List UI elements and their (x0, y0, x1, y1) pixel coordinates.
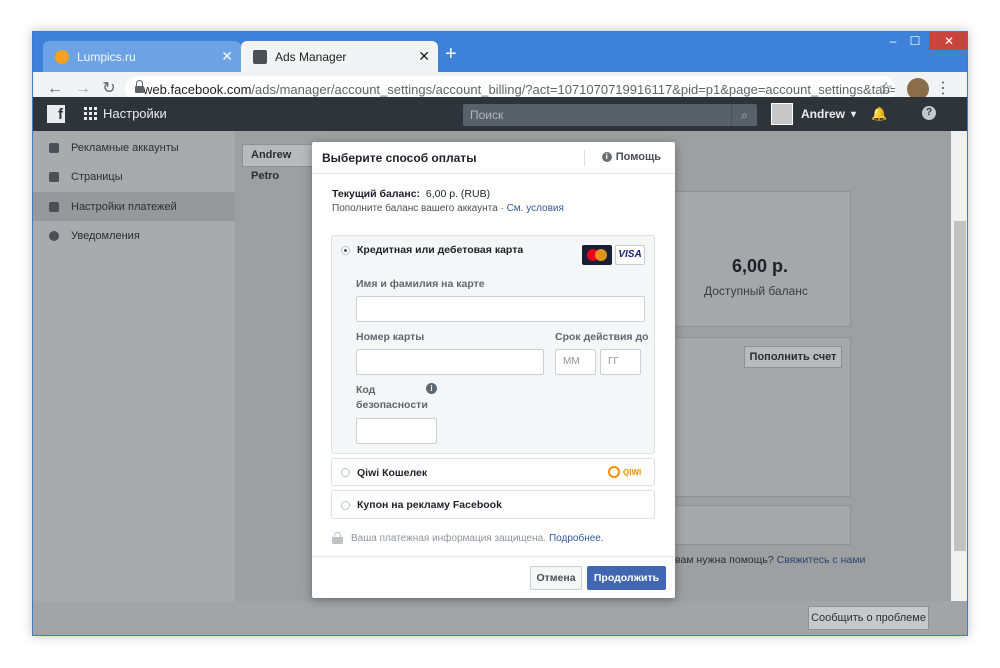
tab-label: Ads Manager (275, 49, 347, 64)
card-radio[interactable] (341, 246, 350, 255)
sidebar-item-label: Рекламные аккаунты (71, 141, 179, 154)
balance-label: Текущий баланс: (332, 188, 421, 200)
payment-method-dialog: Выберите способ оплаты i Помощь Текущий … (312, 142, 675, 598)
continue-button[interactable]: Продолжить (587, 566, 666, 590)
sidebar-item-ad-accounts[interactable]: Рекламные аккаунты (33, 133, 235, 162)
search-input[interactable]: Поиск ⌕ (463, 104, 757, 126)
card-option-label: Кредитная или дебетовая карта (357, 244, 524, 256)
sidebar-item-label: Уведомления (71, 229, 140, 242)
help-card (673, 505, 851, 545)
secure-notice: Ваша платежная информация защищена. Подр… (332, 532, 604, 544)
apps-grid-icon[interactable] (84, 107, 97, 120)
balance-card: 6,00 р. Доступный баланс (673, 191, 851, 327)
topup-button[interactable]: Пополнить счет (744, 346, 842, 368)
tab-strip: Lumpics.ru ✕ Ads Manager ✕ + – ☐ ✕ (33, 32, 967, 72)
search-icon[interactable]: ⌕ (731, 104, 757, 126)
help-label: Помощь (615, 151, 661, 163)
topup-hint: Пополните баланс вашего аккаунта · См. у… (332, 203, 564, 214)
globe-icon (49, 230, 59, 241)
cvv-label-line1: Код (356, 384, 376, 396)
visa-icon: VISA (615, 245, 645, 265)
sidebar-item-label: Настройки платежей (71, 200, 177, 213)
expiry-label: Срок действия до (555, 331, 649, 343)
url-path: /ads/manager/account_settings/account_bi… (251, 81, 895, 97)
credit-card-icon (49, 201, 59, 212)
cancel-button[interactable]: Отмена (530, 566, 582, 590)
tab-lumpics[interactable]: Lumpics.ru ✕ (43, 41, 241, 72)
new-tab-button[interactable]: + (445, 44, 457, 64)
sidebar: Рекламные аккаунты Страницы Настройки пл… (33, 131, 235, 601)
sidebar-item-payment-settings[interactable]: Настройки платежей (33, 192, 235, 221)
page-title[interactable]: Настройки (103, 106, 167, 121)
chevron-down-icon: ▾ (851, 108, 857, 120)
facebook-header: f Настройки Поиск ⌕ Andrew ▾ 🔔 ? (33, 97, 967, 131)
avatar (771, 103, 793, 125)
balance-value: 6,00 р. (732, 256, 789, 276)
dialog-header: Выберите способ оплаты i Помощь (312, 142, 675, 174)
search-placeholder: Поиск (470, 108, 504, 122)
user-menu[interactable]: Andrew ▾ (771, 103, 856, 125)
cvv-info-icon[interactable]: i (426, 383, 437, 394)
sidebar-item-label: Страницы (71, 170, 123, 183)
lumpics-favicon-icon (55, 49, 69, 64)
current-balance: Текущий баланс: 6,00 р. (RUB) (332, 188, 490, 200)
qiwi-option-label: Qiwi Кошелек (357, 467, 428, 479)
chrome-menu-icon[interactable]: ⋮ (933, 79, 953, 99)
close-tab-icon[interactable]: ✕ (418, 49, 430, 63)
url-host: web.facebook.com (143, 81, 252, 97)
card-option[interactable]: Кредитная или дебетовая карта VISA Имя и… (331, 235, 655, 454)
cvv-label-line2: безопасности (356, 399, 428, 411)
cardholder-name-field[interactable] (356, 296, 645, 322)
footer-bar: Сообщить о проблеме (33, 601, 967, 635)
balance-label: Доступный баланс (704, 284, 808, 298)
forward-icon[interactable]: → (73, 79, 93, 99)
account-selector-button[interactable]: Andrew Petro (242, 144, 322, 182)
sidebar-item-notifications[interactable]: Уведомления (33, 221, 235, 250)
help-icon[interactable]: ? (922, 106, 936, 120)
dialog-footer: Отмена Продолжить (312, 556, 675, 598)
notifications-bell-icon[interactable]: 🔔 (871, 106, 887, 122)
tab-label: Lumpics.ru (77, 49, 136, 64)
tab-ads-manager[interactable]: Ads Manager ✕ (241, 41, 438, 72)
contact-link[interactable]: Свяжитесь с нами (777, 554, 866, 566)
cardholder-label: Имя и фамилия на карте (356, 278, 485, 290)
dialog-title: Выберите способ оплаты (322, 151, 477, 165)
security-code-field[interactable] (356, 418, 437, 444)
sidebar-item-pages[interactable]: Страницы (33, 162, 235, 191)
scrollbar-thumb[interactable] (954, 221, 966, 551)
help-link[interactable]: i Помощь (601, 151, 661, 163)
close-tab-icon[interactable]: ✕ (221, 49, 233, 63)
reload-icon[interactable]: ↻ (99, 79, 119, 99)
maximize-icon[interactable]: ☐ (900, 32, 930, 50)
qiwi-radio[interactable] (341, 468, 350, 477)
report-problem-button[interactable]: Сообщить о проблеме (808, 606, 929, 630)
facebook-logo-icon[interactable]: f (47, 105, 65, 123)
expiry-month-field[interactable]: ММ (555, 349, 596, 375)
terms-link[interactable]: См. условия (507, 203, 564, 214)
ad-accounts-icon (49, 142, 59, 153)
card-number-label: Номер карты (356, 331, 425, 343)
mastercard-icon (582, 245, 612, 265)
card-number-field[interactable] (356, 349, 544, 375)
need-help-text: вам нужна помощь? Свяжитесь с нами (675, 554, 866, 566)
lock-icon (332, 532, 343, 544)
expiry-year-field[interactable]: ГГ (600, 349, 641, 375)
topup-card: Пополнить счет (673, 337, 851, 497)
learn-more-link[interactable]: Подробнее. (549, 533, 604, 544)
balance-value: 6,00 р. (RUB) (425, 188, 491, 200)
coupon-option-label: Купон на рекламу Facebook (357, 499, 502, 511)
user-name: Andrew (801, 107, 846, 121)
coupon-option[interactable]: Купон на рекламу Facebook (331, 490, 655, 519)
flag-icon (49, 171, 59, 182)
page-scrollbar[interactable] (951, 131, 967, 601)
back-icon[interactable]: ← (45, 79, 65, 99)
ads-manager-favicon-icon (253, 49, 267, 64)
qiwi-option[interactable]: Qiwi Кошелек QIWI (331, 458, 655, 486)
window-close-icon[interactable]: ✕ (929, 32, 967, 50)
bookmark-star-icon[interactable]: ☆ (876, 79, 896, 99)
info-icon: i (601, 152, 612, 162)
qiwi-logo-icon: QIWI (608, 464, 644, 480)
coupon-radio[interactable] (341, 501, 350, 510)
header-divider (584, 150, 585, 166)
